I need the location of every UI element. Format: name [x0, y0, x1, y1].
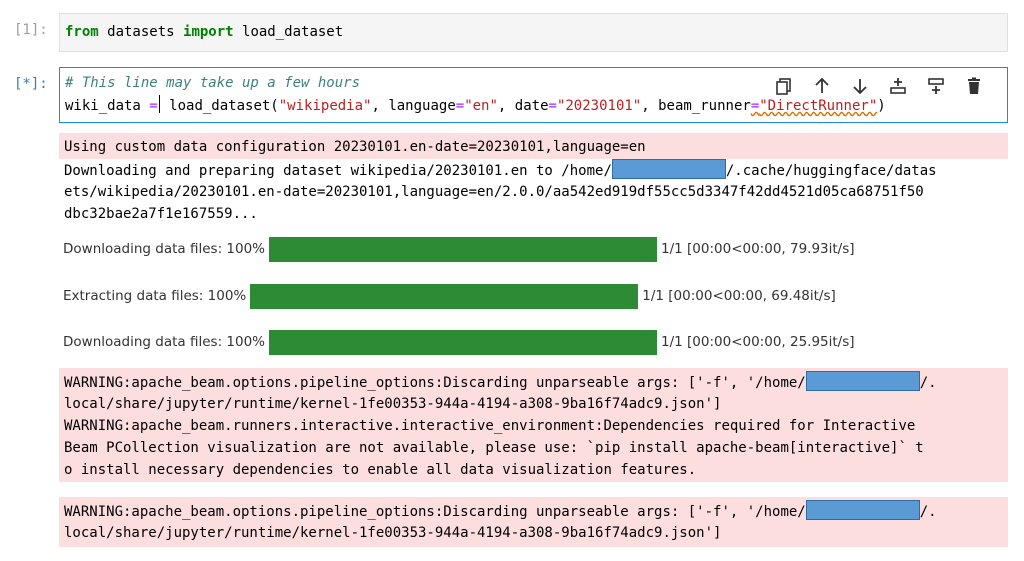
stderr-output: Using custom data configuration 20230101… — [59, 133, 1008, 159]
code-token: load_dataset( — [160, 98, 279, 114]
code-cell[interactable]: from datasets import load_dataset — [59, 13, 1008, 52]
progress-bar — [250, 283, 639, 309]
stderr-output: WARNING:apache_beam.options.pipeline_opt… — [59, 497, 1008, 547]
progress-row: Extracting data files: 100% 1/1 [00:00<0… — [63, 283, 836, 309]
output-line: o install necessary dependencies to enab… — [64, 462, 697, 478]
active-code-cell[interactable]: # This line may take up a few hours wiki… — [59, 67, 1008, 123]
output-line: local/share/jupyter/runtime/kernel-1fe00… — [64, 525, 722, 541]
module-name: datasets — [98, 24, 184, 40]
move-down-button[interactable] — [841, 74, 879, 98]
output-line: Beam PCollection visualization are not a… — [64, 440, 924, 456]
progress-stats: 1/1 [00:00<00:00, 79.93it/s] — [661, 241, 855, 257]
code-token: , beam_runner — [641, 98, 751, 114]
output-line: dbc32bae2a7f1e167559... — [64, 206, 258, 222]
delete-cell-button[interactable] — [955, 74, 993, 98]
progress-label: Downloading data files: 100% — [63, 334, 265, 350]
string-literal: "20230101" — [556, 98, 642, 114]
output-line: WARNING:apache_beam.runners.interactive.… — [64, 418, 916, 434]
output-line: Using custom data configuration 20230101… — [64, 139, 646, 155]
move-up-button[interactable] — [803, 74, 841, 98]
insert-below-button[interactable] — [917, 74, 955, 98]
output-line: WARNING:apache_beam.options.pipeline_opt… — [64, 371, 937, 394]
keyword: import — [183, 24, 234, 40]
progress-bar — [269, 236, 657, 262]
code-comment: # This line may take up a few hours — [65, 75, 361, 91]
cell-prompt-running: [*]: — [14, 76, 48, 92]
operator: = — [548, 98, 557, 114]
code-token: wiki_data — [65, 98, 150, 114]
progress-label: Downloading data files: 100% — [63, 241, 265, 257]
code-token: , language — [371, 98, 456, 114]
output-text: WARNING:apache_beam.options.pipeline_opt… — [64, 504, 806, 520]
cell-prompt: [1]: — [14, 22, 48, 38]
stderr-output: WARNING:apache_beam.options.pipeline_opt… — [59, 368, 1008, 482]
cell-toolbar — [765, 74, 993, 98]
insert-above-button[interactable] — [879, 74, 917, 98]
output-text: /.cache/huggingface/datas — [725, 163, 937, 179]
move-up-icon — [815, 77, 829, 93]
output-text: Downloading and preparing dataset wikipe… — [64, 163, 612, 179]
code-token: ) — [877, 98, 886, 114]
progress-row: Downloading data files: 100% 1/1 [00:00<… — [63, 236, 855, 262]
string-literal: "en" — [464, 98, 498, 114]
output-line: Downloading and preparing dataset wikipe… — [64, 159, 937, 182]
output-line: WARNING:apache_beam.options.pipeline_opt… — [64, 500, 937, 523]
code-token: , date — [497, 98, 549, 114]
progress-stats: 1/1 [00:00<00:00, 25.95it/s] — [661, 334, 855, 350]
delete-icon — [968, 77, 980, 94]
keyword: from — [65, 24, 99, 40]
redacted-username — [805, 371, 920, 391]
operator: = — [455, 98, 465, 114]
string-literal: "DirectRunner" — [759, 98, 878, 114]
output-text: /. — [919, 375, 937, 391]
operator: = — [750, 98, 760, 114]
progress-row: Downloading data files: 100% 1/1 [00:00<… — [63, 329, 855, 355]
code-line[interactable]: wiki_data = load_dataset("wikipedia", la… — [65, 95, 886, 116]
move-down-icon — [853, 79, 867, 95]
text-cursor — [158, 95, 160, 113]
redacted-username — [611, 159, 726, 179]
operator: = — [149, 98, 158, 114]
insert-above-icon — [890, 78, 906, 94]
progress-bar — [269, 329, 657, 355]
code-line[interactable]: from datasets import load_dataset — [65, 22, 343, 42]
insert-below-icon — [928, 78, 944, 94]
output-text: /. — [919, 504, 937, 520]
import-name: load_dataset — [233, 24, 344, 40]
string-literal: "wikipedia" — [278, 98, 372, 114]
redacted-username — [805, 500, 920, 520]
progress-label: Extracting data files: 100% — [63, 288, 247, 304]
output-text: WARNING:apache_beam.options.pipeline_opt… — [64, 375, 806, 391]
duplicate-icon — [776, 78, 791, 95]
output-line: ets/wikipedia/20230101.en-date=20230101,… — [64, 184, 924, 200]
output-line: local/share/jupyter/runtime/kernel-1fe00… — [64, 396, 722, 412]
duplicate-cell-button[interactable] — [765, 74, 803, 98]
progress-stats: 1/1 [00:00<00:00, 69.48it/s] — [642, 288, 836, 304]
